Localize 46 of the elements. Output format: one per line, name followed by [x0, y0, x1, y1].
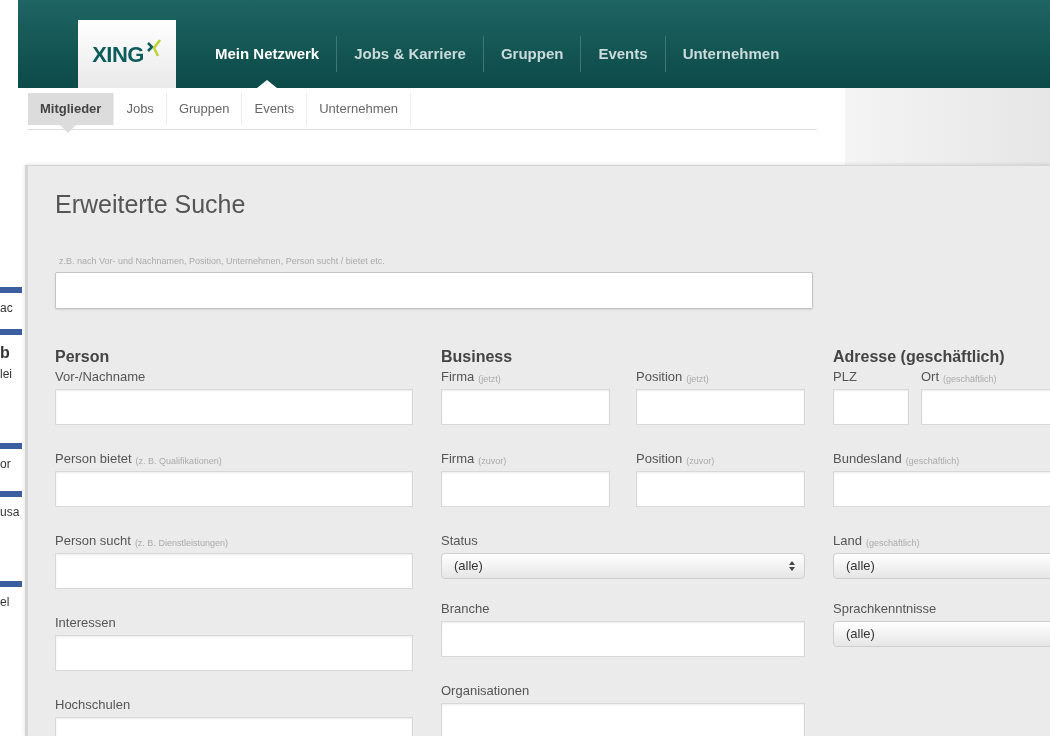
field-label: Hochschulen	[55, 695, 131, 714]
field-note: (jetzt)	[478, 372, 501, 386]
select-field[interactable]: (alle)	[441, 553, 805, 579]
select-field[interactable]: (alle)	[833, 553, 1050, 579]
select-field[interactable]: (alle)	[833, 621, 1050, 647]
field-note: (geschäftlich)	[943, 372, 997, 386]
field-label: Person sucht	[55, 531, 131, 550]
field-label: Firma	[441, 367, 475, 386]
section-heading: Business	[441, 347, 514, 367]
nav-tab[interactable]: Unternehmen	[665, 42, 797, 66]
panel-title: Erweiterte Suche	[55, 189, 247, 220]
field-label: Position	[636, 449, 683, 468]
field-label: Vor-/Nachname	[55, 367, 146, 386]
field-label: Status	[441, 531, 478, 550]
nav-tab[interactable]: Jobs & Karriere	[337, 42, 483, 66]
field-note: (geschäftlich)	[905, 454, 960, 468]
field-note: (zuvor)	[478, 454, 507, 468]
field-label: Sprachkenntnisse	[833, 599, 937, 618]
page-fragment: b	[0, 343, 11, 363]
field-label: Position	[636, 367, 683, 386]
page-fragment: or	[0, 456, 12, 473]
field-note: (z. B. Dienstleistungen)	[134, 536, 228, 550]
sub-tab[interactable]: Mitglieder	[28, 93, 115, 125]
field-label: Ort	[921, 367, 940, 386]
field-note: (z. B. Qualifikationen)	[135, 454, 222, 468]
section-heading: Adresse (geschäftlich)	[833, 347, 1006, 367]
page-fragment: lei	[0, 366, 13, 383]
section-heading: Person	[55, 347, 111, 367]
field-label: Organisationen	[441, 681, 530, 700]
field-note: (jetzt)	[686, 372, 709, 386]
field-label: Interessen	[55, 613, 116, 632]
search-hint: z.B. nach Vor- und Nachnamen, Position, Unternehmen, Person sucht / bietet etc.	[59, 254, 386, 268]
nav-tab[interactable]: Gruppen	[483, 42, 581, 66]
page-fragment: usa	[0, 504, 21, 521]
page-fragment: el	[0, 594, 11, 611]
nav-tab[interactable]: Events	[581, 42, 665, 66]
field-label: PLZ	[833, 367, 857, 386]
field-note: (geschäftlich)	[865, 536, 920, 550]
field-label: Person bietet	[55, 449, 132, 468]
field-label: Branche	[441, 599, 490, 618]
logo[interactable]: XING	[78, 20, 176, 88]
field-note: (zuvor)	[686, 454, 715, 468]
page-fragment: ac	[0, 300, 14, 317]
field-label: Bundesland	[833, 449, 902, 468]
field-label: Land	[833, 531, 862, 550]
field-label: Firma	[441, 449, 475, 468]
